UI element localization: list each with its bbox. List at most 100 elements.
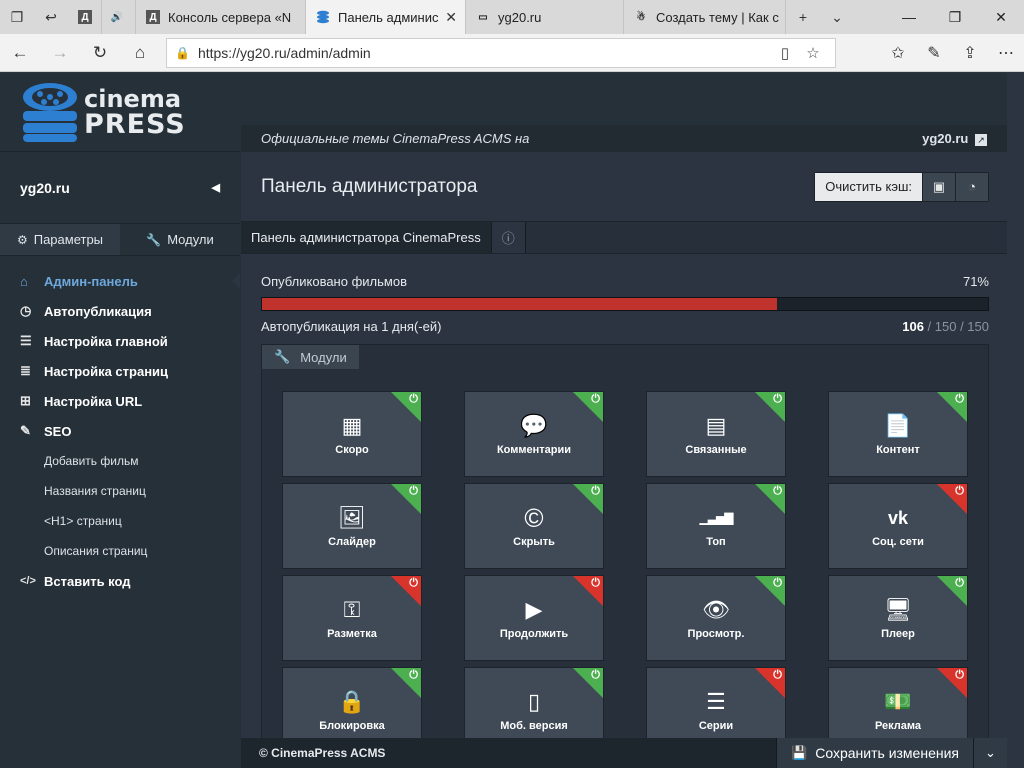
power-icon[interactable]: ⏻ xyxy=(773,485,782,498)
pencil-icon: ✎ xyxy=(20,423,31,438)
url-input[interactable]: 🔒 https://yg20.ru/admin/admin ▯ ☆ xyxy=(166,37,836,68)
autopublish-label: Автопубликация на 1 дня(-ей) xyxy=(261,319,442,334)
autopublish-rest: / 150 / 150 xyxy=(923,319,989,334)
close-tab-icon[interactable]: ✕ xyxy=(445,9,457,26)
module-tile[interactable]: ⏻ ⚿ Разметка xyxy=(282,575,422,661)
power-icon[interactable]: ⏻ xyxy=(409,577,418,590)
favorites-icon[interactable]: ✩ xyxy=(880,43,916,63)
browser-tab-admin[interactable]: Панель админис ✕ xyxy=(306,0,466,34)
power-icon[interactable]: ⏻ xyxy=(409,393,418,406)
sitemap-icon: ⊞ xyxy=(20,393,31,408)
modules-tab-label: Модули xyxy=(300,349,347,365)
page-scrollbar[interactable] xyxy=(1007,73,1024,768)
module-label: Слайдер xyxy=(328,536,376,548)
module-tile[interactable]: ⏻ vk Соц. сети xyxy=(828,483,968,569)
module-tile[interactable]: ⏻ 📄 Контент xyxy=(828,391,968,477)
save-changes-button[interactable]: 💾 Сохранить изменения xyxy=(776,738,973,768)
clear-image-cache-button[interactable]: ▣ xyxy=(922,172,955,201)
more-menu-icon[interactable]: ⋯ xyxy=(988,43,1024,63)
power-icon[interactable]: ⏻ xyxy=(591,393,600,406)
module-tile[interactable]: ⏻ ☰ Серии xyxy=(646,667,786,743)
save-options-chevron-icon[interactable]: ⌄ xyxy=(973,738,1007,768)
wrench-icon: 🔧 xyxy=(274,349,291,364)
key-icon: ⚿ xyxy=(343,597,361,622)
sidebar-subitem-page-titles[interactable]: Названия страниц xyxy=(0,476,240,506)
sidebar-item-page-settings[interactable]: ≣ Настройка страниц xyxy=(0,356,240,386)
sidebar-tab-parameters[interactable]: ⚙ Параметры xyxy=(0,224,120,255)
sidebar-item-seo[interactable]: ✎ SEO xyxy=(0,416,240,446)
image-icon: ▣ xyxy=(932,178,946,194)
tab-admin-cinemapress[interactable]: Панель администратора CinemaPress xyxy=(241,222,492,253)
sidebar-subitem-h1[interactable]: <H1> страниц xyxy=(0,506,240,536)
announcement-link[interactable]: yg20.ru ↗ xyxy=(922,131,987,146)
window-close-icon[interactable]: ✕ xyxy=(978,0,1024,34)
speaker-icon: 🔊 xyxy=(110,11,124,23)
sidebar-item-main-settings[interactable]: ☰ Настройка главной xyxy=(0,326,240,356)
browser-tab-site[interactable]: ▭ yg20.ru xyxy=(466,0,624,34)
list-icon: ☰ xyxy=(706,689,726,714)
sidebar-item-autopublish[interactable]: ◷ Автопубликация xyxy=(0,296,240,326)
sidebar-item-admin-panel[interactable]: ⌂ Админ-панель xyxy=(0,266,240,296)
code-icon: </> xyxy=(20,575,36,587)
autopublish-row: Автопубликация на 1 дня(-ей) 106 / 150 /… xyxy=(261,319,989,334)
power-icon[interactable]: ⏻ xyxy=(955,669,964,682)
power-icon[interactable]: ⏻ xyxy=(955,485,964,498)
sidebar-tab-modules[interactable]: 🔧 Модули xyxy=(120,224,240,255)
page-viewport: cinema PRESS yg20.ru ◀ ⚙ Параметры 🔧 Мод… xyxy=(0,73,1007,768)
reading-view-icon[interactable]: ▯ xyxy=(771,44,799,62)
home-page-icon[interactable]: ⌂ xyxy=(120,34,160,72)
sidebar-item-insert-code[interactable]: </> Вставить код xyxy=(0,566,240,596)
cinemapress-logo[interactable]: cinema PRESS xyxy=(22,81,186,143)
power-icon[interactable]: ⏻ xyxy=(773,577,782,590)
module-tile[interactable]: ⏻ 💵 Реклама xyxy=(828,667,968,743)
module-tile[interactable]: ⏻ 🔒 Блокировка xyxy=(282,667,422,743)
browser-tab-console[interactable]: Д Консоль сервера «N xyxy=(136,0,306,34)
tab-actions-icon[interactable]: ❐ xyxy=(0,0,34,34)
power-icon[interactable]: ⏻ xyxy=(591,669,600,682)
floppy-icon: 💾 xyxy=(791,745,808,760)
tab-info[interactable]: ⓘ xyxy=(491,222,526,253)
module-tile[interactable]: ⏻ ▯ Моб. версия xyxy=(464,667,604,743)
power-icon[interactable]: ⏻ xyxy=(955,577,964,590)
sidebar-item-url-settings[interactable]: ⊞ Настройка URL xyxy=(0,386,240,416)
set-aside-tabs-icon[interactable]: ↩ xyxy=(34,0,68,34)
power-icon[interactable]: ⏻ xyxy=(955,393,964,406)
power-icon[interactable]: ⏻ xyxy=(409,669,418,682)
module-tile[interactable]: ⏻ 🖥 Плеер xyxy=(828,575,968,661)
power-icon[interactable]: ⏻ xyxy=(591,485,600,498)
favorite-star-icon[interactable]: ☆ xyxy=(799,44,827,62)
forward-icon[interactable]: → xyxy=(40,34,80,72)
collapse-caret-icon[interactable]: ◀ xyxy=(212,181,220,194)
published-progress-fill xyxy=(262,298,778,310)
sidebar-subitem-descriptions[interactable]: Описания страниц xyxy=(0,536,240,566)
module-tile[interactable]: ⏻ 🖼 Слайдер xyxy=(282,483,422,569)
module-tile[interactable]: ⏻ ▦ Скоро xyxy=(282,391,422,477)
bars-icon: ☰ xyxy=(20,333,32,348)
share-icon[interactable]: ⇪ xyxy=(952,43,988,63)
browser-tab-forum[interactable]: ☃ Создать тему | Как с xyxy=(624,0,786,34)
browser-tab-pinned-2[interactable]: 🔊 xyxy=(102,0,136,34)
clear-data-cache-button[interactable]: ◔ xyxy=(955,172,988,201)
power-icon[interactable]: ⏻ xyxy=(591,577,600,590)
module-tile[interactable]: ⏻ ▁▃▅▇ Топ xyxy=(646,483,786,569)
new-tab-icon[interactable]: + xyxy=(786,0,820,34)
minimize-icon[interactable]: — xyxy=(886,0,932,34)
module-tile[interactable]: ⏻ 💬 Комментарии xyxy=(464,391,604,477)
power-icon[interactable]: ⏻ xyxy=(773,669,782,682)
sidebar-item-label: Автопубликация xyxy=(44,303,152,319)
back-icon[interactable]: ← xyxy=(0,34,40,72)
browser-tab-pinned-1[interactable]: Д xyxy=(68,0,102,34)
modules-tab[interactable]: 🔧 Модули xyxy=(262,345,359,369)
power-icon[interactable]: ⏻ xyxy=(409,485,418,498)
module-tile[interactable]: ⏻ ▶ Продолжить xyxy=(464,575,604,661)
maximize-icon[interactable]: ❐ xyxy=(932,0,978,34)
refresh-icon[interactable]: ↻ xyxy=(80,34,120,72)
power-icon[interactable]: ⏻ xyxy=(773,393,782,406)
module-tile[interactable]: ⏻ 👁 Просмотр. xyxy=(646,575,786,661)
file-icon: 📄 xyxy=(884,413,912,438)
notes-pen-icon[interactable]: ✎ xyxy=(916,43,952,63)
module-tile[interactable]: ⏻ ▤ Связанные xyxy=(646,391,786,477)
sidebar-subitem-add-film[interactable]: Добавить фильм xyxy=(0,446,240,476)
module-tile[interactable]: ⏻ © Скрыть xyxy=(464,483,604,569)
tab-list-chevron-icon[interactable]: ⌄ xyxy=(820,0,854,34)
